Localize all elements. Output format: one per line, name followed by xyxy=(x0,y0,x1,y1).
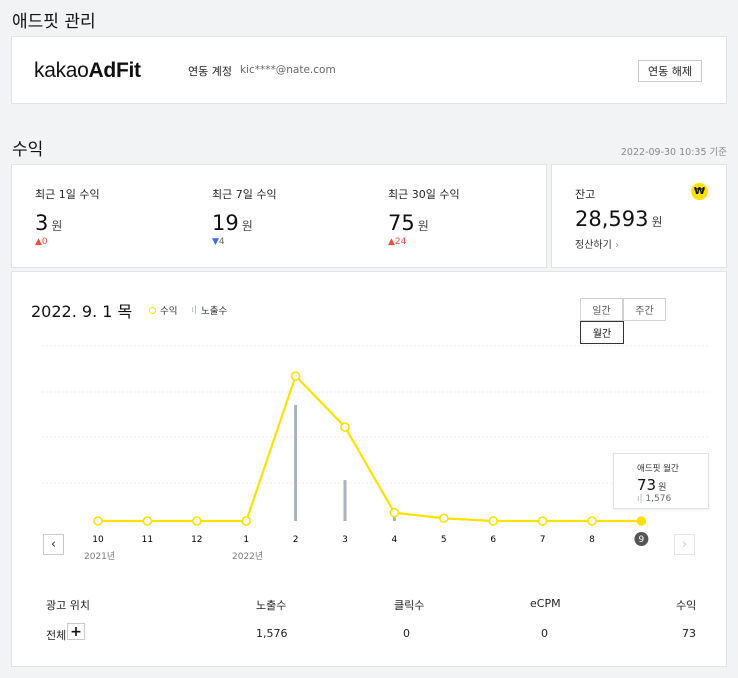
tooltip-value: 73 xyxy=(637,476,657,494)
col-header-ecpm: eCPM xyxy=(530,597,561,610)
revenue-card-7day: 최근 7일 수익 19 원 ▼4 xyxy=(212,188,277,247)
revenue-card-label: 최근 1일 수익 xyxy=(35,188,100,201)
revenue-card-delta: ▲24 xyxy=(388,237,407,247)
revenue-point[interactable] xyxy=(93,516,103,526)
unlink-button[interactable]: 연동 해제 xyxy=(638,60,702,82)
revenue-timestamp: 2022-09-30 10:35 기준 xyxy=(620,147,727,158)
revenue-point[interactable] xyxy=(537,516,548,526)
chart-next-button[interactable]: › xyxy=(674,534,695,555)
revenue-point[interactable] xyxy=(587,516,597,526)
revenue-line xyxy=(98,373,642,523)
chevron-right-icon: › xyxy=(681,537,688,552)
won-icon: ₩ xyxy=(691,183,708,200)
kakao-adfit-logo: kakaoAdFit xyxy=(34,59,141,82)
revenue-card-30day: 최근 30일 수익 75 원 ▲24 xyxy=(388,188,460,247)
x-tick-label[interactable]: 2 xyxy=(293,535,299,545)
revenue-summary-panel: 최근 1일 수익 3원 ▲0 최근 7일 수익 19 원 ▼4 최근 30일 수익… xyxy=(11,164,547,268)
settle-link[interactable]: 정산하기 › xyxy=(575,236,619,251)
col-header-clicks: 클릭수 xyxy=(394,599,425,612)
balance-value: 28,593 xyxy=(575,207,649,231)
col-header-position: 광고 위치 xyxy=(46,599,90,612)
arrow-up-icon: ▲ xyxy=(388,237,395,247)
revenue-card-delta: ▲0 xyxy=(35,237,48,247)
arrow-down-icon: ▼ xyxy=(212,237,219,247)
col-header-revenue: 수익 xyxy=(676,599,697,612)
expand-button[interactable]: + xyxy=(67,623,85,640)
col-header-impressions: 노출수 xyxy=(256,599,287,612)
revenue-point[interactable] xyxy=(636,516,647,526)
revenue-section-title: 수익 xyxy=(12,140,44,160)
x-tick-label[interactable]: 1 xyxy=(243,535,249,545)
chart-panel: 2022. 9. 1 목 수익 ı| 노출수 일간 주간 월간 10 11 12 1 2… xyxy=(11,271,727,667)
impressions-bar xyxy=(294,405,298,521)
chevron-right-icon: › xyxy=(615,240,619,251)
revenue-point[interactable] xyxy=(340,422,350,432)
revenue-point[interactable] xyxy=(192,516,202,526)
revenue-card-delta: ▼4 xyxy=(212,237,225,247)
x-tick-label[interactable]: 10 xyxy=(92,535,104,545)
revenue-card-label: 최근 7일 수익 xyxy=(212,188,277,201)
chart-tooltip: 애드핏 월간 73 원 ı| 1,576 xyxy=(613,453,709,509)
impressions-bar xyxy=(343,480,347,521)
x-tick-label[interactable]: 5 xyxy=(441,535,447,545)
revenue-point[interactable] xyxy=(142,516,153,526)
x-tick-label[interactable]: 4 xyxy=(392,535,398,545)
linked-account-email: kic****@nate.com xyxy=(240,64,336,76)
page-title: 애드핏 관리 xyxy=(12,12,96,32)
x-tick-label[interactable]: 7 xyxy=(540,535,546,545)
x-tick-label[interactable]: 9 xyxy=(639,535,645,545)
table-row: 전체 + 1,576 0 0 73 xyxy=(12,622,728,644)
linked-account-label: 연동 계정 xyxy=(188,65,232,78)
row-clicks: 0 xyxy=(403,627,410,640)
x-tick-label[interactable]: 8 xyxy=(589,535,595,545)
x-tick-label[interactable]: 12 xyxy=(191,535,202,545)
x-tick-label[interactable]: 6 xyxy=(490,535,496,545)
revenue-point[interactable] xyxy=(241,516,251,526)
arrow-up-icon: ▲ xyxy=(35,237,42,247)
revenue-card-value: 3 xyxy=(35,211,49,235)
revenue-card-value: 19 xyxy=(212,211,239,235)
row-impressions: 1,576 xyxy=(256,627,288,640)
row-revenue: 73 xyxy=(682,627,696,640)
x-tick-label[interactable]: 3 xyxy=(342,535,348,545)
revenue-point[interactable] xyxy=(488,516,499,526)
year-label-2021: 2021년 xyxy=(84,552,116,562)
account-panel: kakaoAdFit 연동 계정 kic****@nate.com 연동 해제 xyxy=(11,36,727,104)
row-ecpm: 0 xyxy=(541,627,548,640)
tooltip-title: 애드핏 월간 xyxy=(637,464,679,474)
chevron-left-icon: ‹ xyxy=(50,537,57,552)
balance-label: 잔고 xyxy=(575,188,596,201)
revenue-point[interactable] xyxy=(290,371,301,381)
row-position: 전체 xyxy=(46,629,67,642)
x-tick-label[interactable]: 11 xyxy=(142,535,153,545)
revenue-line-chart: 10 11 12 1 2 3 4 5 6 7 8 9 xyxy=(42,345,708,546)
balance-panel: 잔고 ₩ 28,593 원 정산하기 › xyxy=(551,164,727,268)
tooltip-impressions: ı| 1,576 xyxy=(637,494,672,504)
year-label-2022: 2022년 xyxy=(232,552,264,562)
revenue-card-label: 최근 30일 수익 xyxy=(388,188,460,201)
revenue-point[interactable] xyxy=(438,513,449,524)
revenue-card-1day: 최근 1일 수익 3원 ▲0 xyxy=(35,188,100,247)
revenue-point[interactable] xyxy=(389,507,400,518)
revenue-card-value: 75 xyxy=(388,211,415,235)
chart-prev-button[interactable]: ‹ xyxy=(43,534,64,555)
